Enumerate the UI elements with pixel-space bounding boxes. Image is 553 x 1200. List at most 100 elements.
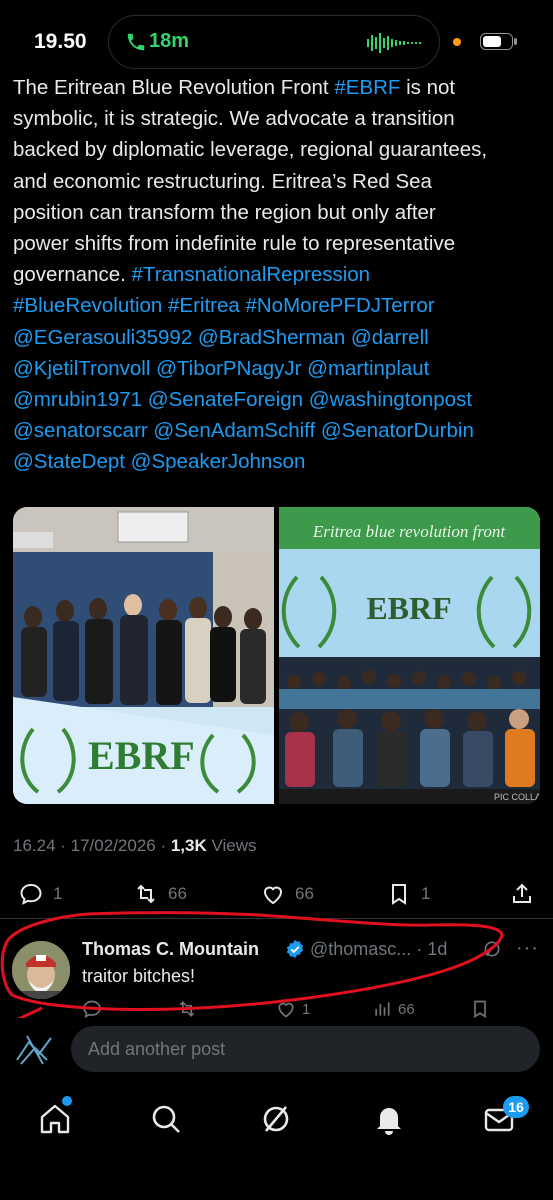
tweet-text-segment: is not — [400, 76, 456, 99]
tweet-link[interactable]: @StateDept @SpeakerJohnson — [13, 450, 305, 473]
bookmark-count: 1 — [421, 884, 431, 903]
tweet-line: position can transform the region but on… — [13, 197, 540, 228]
tweet-body: The Eritrean Blue Revolution Front #EBRF… — [13, 72, 540, 476]
bell-icon — [377, 1108, 401, 1135]
call-duration: 18m — [149, 30, 190, 52]
clock: 19.50 — [34, 30, 87, 53]
reply-repost-button[interactable] — [177, 999, 197, 1018]
repost-count: 66 — [168, 884, 187, 903]
bookmark-icon — [392, 884, 406, 905]
avatar[interactable] — [12, 941, 70, 999]
search-icon — [152, 1105, 180, 1133]
tweet-line: @senatorscarr @SenAdamSchiff @SenatorDur… — [13, 415, 540, 446]
tweet-link[interactable]: @KjetilTronvoll @TiborPNagyJr @martinpla… — [13, 357, 429, 380]
reply-author-name[interactable]: Thomas C. Mountain — [82, 939, 259, 960]
nav-grok[interactable] — [259, 1102, 293, 1136]
more-options-icon[interactable]: ··· — [516, 937, 539, 960]
tweet-link[interactable]: #TransnationalRepression — [132, 263, 371, 286]
tweet-line: backed by diplomatic leverage, regional … — [13, 134, 540, 165]
tweet-line: @mrubin1971 @SenateForeign @washingtonpo… — [13, 384, 540, 415]
tweet-text-segment: symbolic, it is strategic. We advocate a… — [13, 107, 455, 131]
tweet-line: and economic restructuring. Eritrea’s Re… — [13, 166, 540, 197]
collage-watermark: PIC COLLAGE — [494, 792, 540, 802]
share-icon — [513, 883, 531, 903]
tweet-link[interactable]: #BlueRevolution #Eritrea #NoMorePFDJTerr… — [13, 294, 435, 317]
tweet-timestamp: 16.24 · 17/02/2026 · — [13, 836, 171, 855]
bookmark-button[interactable]: 1 — [387, 876, 430, 912]
heart-icon — [278, 1002, 294, 1018]
verified-badge-icon — [286, 939, 304, 959]
tweet-text-segment: power shifts from indefinite rule to rep… — [13, 232, 456, 256]
share-button[interactable] — [510, 876, 534, 912]
tweet-image-group-photo[interactable]: EBRF — [13, 507, 274, 804]
collage-banner-text: EBRF — [366, 590, 451, 626]
recording-indicator — [453, 38, 461, 46]
user-avatar-icon[interactable] — [13, 1030, 59, 1070]
views-label: Views — [206, 836, 257, 855]
tweet-line: @KjetilTronvoll @TiborPNagyJr @martinpla… — [13, 353, 540, 384]
reply-views-button[interactable]: 66 — [372, 999, 415, 1018]
ebrf-banner-text: EBRF — [88, 733, 195, 778]
reply-bookmark-button[interactable] — [470, 999, 490, 1018]
tweet-link[interactable]: @mrubin1971 @SenateForeign @washingtonpo… — [13, 388, 472, 411]
grok-icon[interactable] — [482, 939, 502, 959]
heart-icon — [263, 886, 283, 905]
messages-badge: 16 — [503, 1096, 529, 1118]
tweet-text-segment: governance. — [13, 263, 132, 287]
like-button[interactable]: 66 — [261, 876, 314, 912]
repost-icon — [179, 1001, 195, 1017]
home-icon — [40, 1104, 70, 1134]
tweet-actions: 1 66 66 1 — [13, 876, 540, 912]
nav-notifications[interactable] — [372, 1102, 406, 1136]
reply-post[interactable]: Thomas C. Mountain @thomasc... · 1d ··· … — [0, 918, 553, 1018]
tweet-text-segment: backed by diplomatic leverage, regional … — [13, 138, 488, 162]
reply-author-handle[interactable]: @thomasc... · 1d — [310, 939, 447, 960]
reply-actions: 1 66 — [82, 999, 522, 1018]
home-notification-dot — [62, 1096, 72, 1106]
repost-button[interactable]: 66 — [134, 876, 187, 912]
reply-count: 1 — [53, 884, 63, 903]
reply-age: · 1d — [416, 939, 448, 959]
tweet-line: governance. #TransnationalRepression — [13, 259, 540, 290]
tweet-line: @StateDept @SpeakerJohnson — [13, 446, 540, 476]
reply-text: traitor bitches! — [82, 966, 196, 986]
collage-header-text: Eritrea blue revolution front — [312, 522, 506, 541]
repost-icon — [137, 884, 155, 904]
analytics-icon — [375, 1002, 390, 1016]
battery-icon — [480, 33, 517, 50]
grok-icon — [263, 1106, 289, 1132]
reply-icon — [83, 1000, 101, 1018]
nav-search[interactable] — [149, 1102, 183, 1136]
handle-text: @thomasc... — [310, 939, 412, 959]
dynamic-island[interactable]: 18m — [108, 15, 440, 69]
tweet-text-segment: position can transform the region but on… — [13, 200, 436, 224]
tweet-image-collage[interactable]: Eritrea blue revolution front EBRF PIC C… — [279, 507, 540, 804]
add-post-input[interactable] — [71, 1026, 540, 1072]
reply-reply-button[interactable] — [82, 999, 102, 1018]
like-count: 66 — [295, 884, 314, 903]
reply-like-button[interactable]: 1 — [276, 999, 310, 1018]
tweet-line: #BlueRevolution #Eritrea #NoMorePFDJTerr… — [13, 290, 540, 321]
views-count: 1,3K — [170, 836, 207, 855]
reply-button[interactable]: 1 — [19, 876, 62, 912]
reply-views-count: 66 — [398, 1000, 415, 1018]
tweet-line: The Eritrean Blue Revolution Front #EBRF… — [13, 72, 540, 103]
phone-icon — [127, 33, 145, 51]
bookmark-icon — [474, 1000, 486, 1018]
tweet-line: @EGerasouli35992 @BradSherman @darrell — [13, 322, 540, 353]
tweet-line: symbolic, it is strategic. We advocate a… — [13, 103, 540, 134]
reply-icon — [20, 883, 42, 905]
reply-like-count: 1 — [302, 1000, 311, 1018]
tweet-text-segment: and economic restructuring. Eritrea’s Re… — [13, 169, 432, 193]
bottom-navigation: 16 — [0, 1084, 553, 1200]
nav-home[interactable] — [38, 1102, 72, 1136]
audio-waveform-icon — [367, 33, 421, 53]
tweet-text-segment: The Eritrean Blue Revolution Front — [13, 76, 335, 99]
tweet-metadata: 16.24 · 17/02/2026 · 1,3K Views — [13, 836, 257, 856]
tweet-line: power shifts from indefinite rule to rep… — [13, 228, 540, 259]
tweet-link[interactable]: @senatorscarr @SenAdamSchiff @SenatorDur… — [13, 419, 474, 442]
reply-composer — [0, 1018, 553, 1080]
tweet-link[interactable]: #EBRF — [334, 76, 400, 99]
status-bar: 19.50 18m — [0, 0, 553, 78]
tweet-link[interactable]: @EGerasouli35992 @BradSherman @darrell — [13, 326, 429, 349]
